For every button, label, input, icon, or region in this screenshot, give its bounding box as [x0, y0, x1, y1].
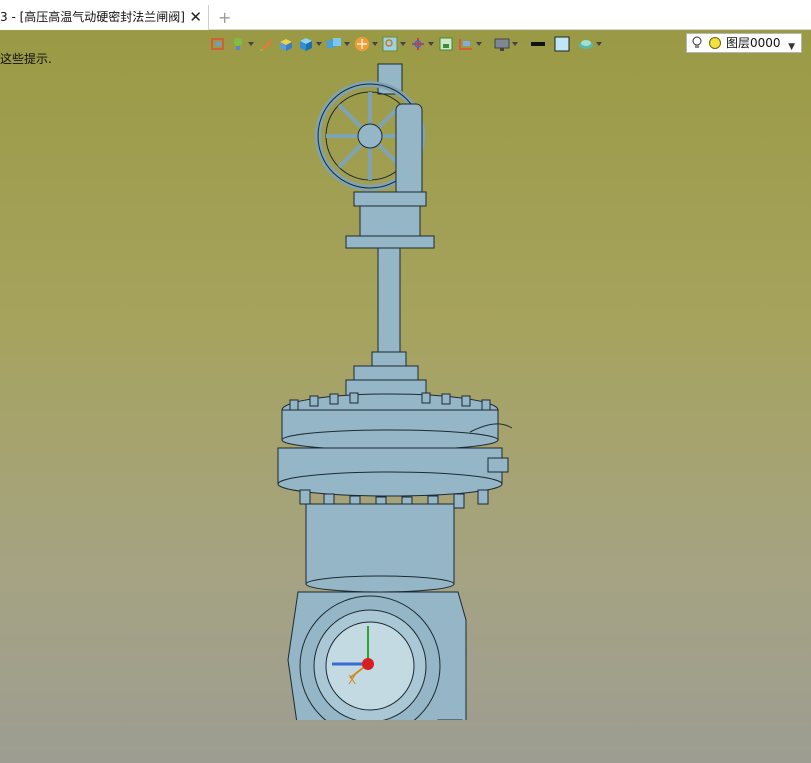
yoke-block — [359, 205, 421, 237]
render-ball-icon[interactable] — [354, 36, 370, 52]
document-tab-title: 3 - [高压高温气动硬密封法兰闸阀] — [0, 10, 185, 24]
axis-icon[interactable] — [410, 36, 426, 52]
side-plug — [487, 457, 509, 473]
view-toolbar — [206, 33, 602, 55]
layer-color-icon — [709, 37, 721, 49]
bonnet-flange-seam — [281, 429, 499, 451]
line-weight-icon[interactable] — [530, 36, 546, 52]
chevron-down-icon[interactable] — [372, 42, 378, 46]
chevron-down-icon: ▼ — [788, 42, 795, 52]
zoom-icon[interactable] — [382, 36, 398, 52]
gearbox — [395, 103, 423, 197]
fill-color-icon[interactable] — [554, 36, 570, 52]
pen-icon[interactable] — [258, 36, 274, 52]
chevron-down-icon[interactable] — [248, 42, 254, 46]
surface-icon[interactable] — [578, 36, 594, 52]
status-hint: 这些提示. — [0, 52, 52, 66]
bonnet-flange-bottom — [277, 471, 503, 497]
chevron-down-icon[interactable] — [476, 42, 482, 46]
layer-name: 图层0000 — [726, 36, 781, 50]
view-orient-icon[interactable] — [210, 36, 226, 52]
3d-viewport[interactable]: 这些提示. 图层0000 ▼ X — [0, 30, 811, 763]
shaded-box-icon[interactable] — [278, 36, 294, 52]
document-tab[interactable]: 3 - [高压高温气动硬密封法兰闸阀] ✕ — [0, 5, 209, 30]
axis-label-x: X — [348, 673, 356, 687]
new-tab-icon[interactable]: + — [218, 5, 231, 30]
chevron-down-icon[interactable] — [596, 42, 602, 46]
chevron-down-icon[interactable] — [344, 42, 350, 46]
light-bulb-icon[interactable] — [230, 36, 246, 52]
tab-bar: 3 - [高压高温气动硬密封法兰闸阀] ✕ + — [0, 0, 811, 30]
bonnet-base — [305, 575, 455, 593]
close-tab-icon[interactable]: ✕ — [189, 5, 202, 30]
dimension-icon[interactable] — [458, 36, 474, 52]
valve-stem — [377, 247, 401, 359]
layer-select[interactable]: 图层0000 ▼ — [686, 33, 802, 53]
packing-flange — [353, 365, 419, 381]
display-icon[interactable] — [494, 36, 510, 52]
yoke-plate — [345, 235, 435, 249]
chevron-down-icon[interactable] — [428, 42, 434, 46]
yoke-top — [353, 191, 427, 207]
chevron-down-icon[interactable] — [400, 42, 406, 46]
solid-box-icon[interactable] — [298, 36, 314, 52]
frame-icon[interactable] — [438, 36, 454, 52]
handwheel-hub — [357, 123, 383, 149]
section-box-icon[interactable] — [326, 36, 342, 52]
chevron-down-icon[interactable] — [316, 42, 322, 46]
valve-model[interactable]: X — [250, 60, 530, 720]
bonnet-body — [305, 503, 455, 585]
chevron-down-icon[interactable] — [512, 42, 518, 46]
light-bulb-icon — [692, 36, 702, 48]
